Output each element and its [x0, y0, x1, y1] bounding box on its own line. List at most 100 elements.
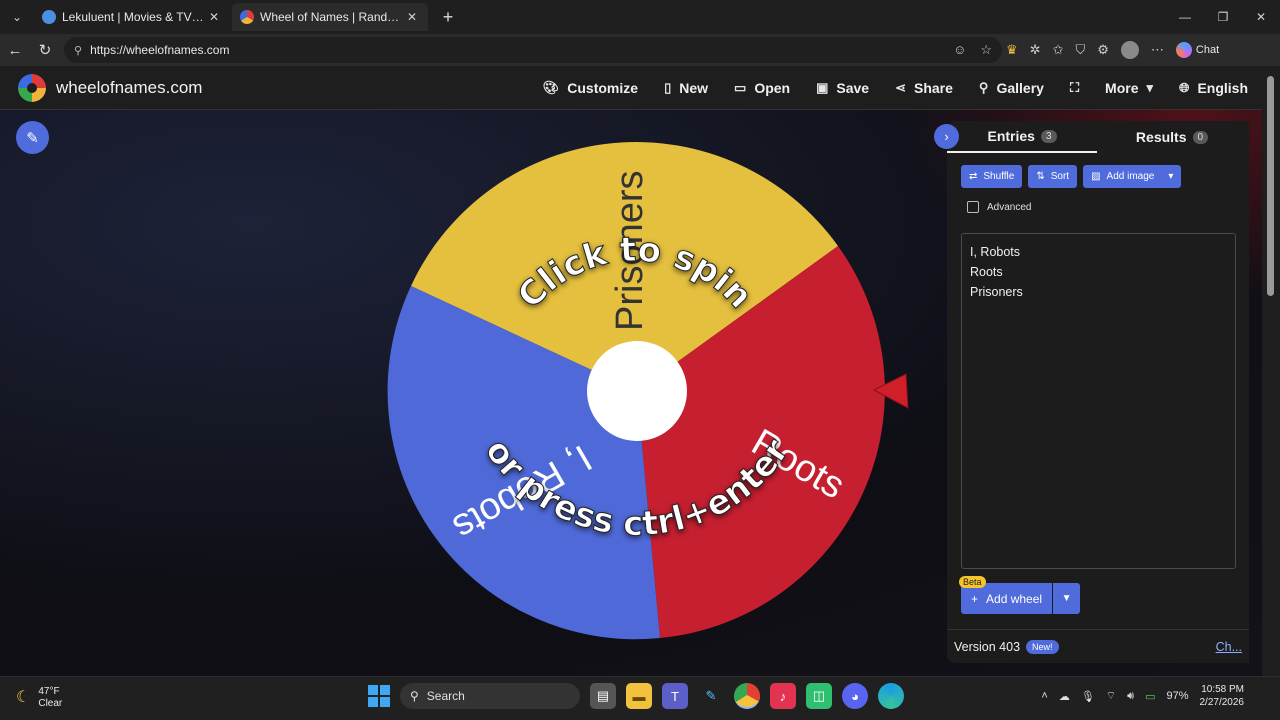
- time-text: 10:58 PM: [1201, 684, 1244, 695]
- language-button[interactable]: 🌐︎ English: [1179, 80, 1248, 96]
- task-view-icon[interactable]: ▤: [590, 683, 616, 709]
- more-menu-icon[interactable]: ⋯: [1151, 42, 1164, 58]
- system-tray: ˄ ☁ 🎙︎ ⌔ 🔊︎ ▭ 97% 10:58 PM 2/27/2026: [1041, 683, 1244, 709]
- tab-entries[interactable]: Entries 3: [947, 121, 1097, 153]
- game-icon[interactable]: ◫: [806, 683, 832, 709]
- sort-button[interactable]: ⇅ Sort: [1028, 165, 1078, 188]
- more-button[interactable]: More ▾: [1105, 80, 1153, 96]
- wheel-center-hub[interactable]: [587, 341, 687, 441]
- copilot-icon: [1175, 42, 1192, 58]
- top-menu: 🎨︎ Customize ▯ New ▭ Open ▣ Save ⋖ Share ⚲ Gal…: [543, 66, 1248, 110]
- microphone-icon[interactable]: 🎙︎: [1081, 690, 1095, 703]
- restore-icon[interactable]: ❐: [1204, 0, 1242, 34]
- taskbar-apps: ⚲ Search ▤ ▬ T ✎ ♪ ◫ ◕: [368, 683, 904, 709]
- open-button[interactable]: ▭ Open: [734, 80, 790, 96]
- rewards-icon[interactable]: ♛: [1006, 42, 1018, 58]
- reader-icon[interactable]: ☺: [953, 42, 966, 58]
- page-scrollbar[interactable]: [1262, 66, 1280, 676]
- favorites-icon[interactable]: ✩: [1053, 42, 1064, 58]
- play-favicon-icon: [42, 10, 56, 24]
- button-label: Add image: [1106, 171, 1155, 182]
- brand-name[interactable]: wheelofnames.com: [56, 78, 202, 98]
- taskbar-search[interactable]: ⚲ Search: [400, 683, 580, 709]
- floppy-icon: ▣: [816, 80, 829, 95]
- wifi-icon[interactable]: ⌔: [1106, 689, 1116, 703]
- sort-icon: ⇅: [1036, 171, 1045, 182]
- weather-widget[interactable]: ☾ 47°F Clear: [16, 686, 62, 710]
- close-window-icon[interactable]: ✕: [1242, 0, 1280, 34]
- entry-actions: ⇄ Shuffle ⇅ Sort ▨ Add image ▾: [961, 165, 1182, 188]
- wheel-favicon-icon: [240, 10, 254, 24]
- close-icon[interactable]: ✕: [206, 10, 222, 24]
- shield-icon[interactable]: ⛉: [1075, 42, 1085, 58]
- performance-icon[interactable]: ⚙: [1097, 42, 1109, 58]
- browser-tab-lekuluent[interactable]: Lekuluent | Movies & TV Shows ✕: [34, 3, 230, 31]
- url-field[interactable]: ⚲ https://wheelofnames.com ☺ ☆: [64, 37, 1002, 63]
- spin-wheel[interactable]: Prisoners Roots I, Robots Click to spin …: [380, 136, 890, 646]
- volume-icon[interactable]: 🔊︎: [1127, 690, 1134, 703]
- windows-taskbar: ☾ 47°F Clear ⚲ Search ▤ ▬ T ✎ ♪ ◫ ◕ ˄ ☁ …: [0, 676, 1280, 720]
- profile-avatar-icon[interactable]: [1120, 41, 1139, 59]
- tab-results[interactable]: Results 0: [1097, 121, 1247, 153]
- back-icon[interactable]: ←: [0, 36, 30, 64]
- add-wheel-dropdown-icon[interactable]: ▼: [1053, 583, 1081, 614]
- browser-tab-wheel-of-names[interactable]: Wheel of Names | Random name picker ✕: [232, 3, 428, 31]
- date-text: 2/27/2026: [1199, 697, 1245, 708]
- reload-icon[interactable]: ↻: [30, 36, 60, 64]
- scrollbar-thumb[interactable]: [1267, 76, 1274, 296]
- entries-count-badge: 3: [1040, 129, 1057, 143]
- entry-line: Prisoners: [970, 285, 1023, 299]
- save-button[interactable]: ▣ Save: [816, 80, 869, 96]
- teams-icon[interactable]: T: [662, 683, 688, 709]
- extensions-icon[interactable]: ✲: [1030, 42, 1041, 58]
- chevron-up-icon[interactable]: ˄: [1041, 690, 1047, 702]
- tab-list-icon[interactable]: ⌄: [2, 3, 32, 31]
- shuffle-icon: ⇄: [969, 171, 978, 182]
- panel-tabs: Entries 3 Results 0: [947, 121, 1249, 153]
- onedrive-icon[interactable]: ☁: [1059, 690, 1070, 703]
- advanced-option[interactable]: Advanced: [967, 201, 1031, 213]
- temperature-text: 47°F: [38, 686, 60, 697]
- changelog-link[interactable]: Ch...: [1216, 640, 1242, 654]
- gallery-button[interactable]: ⚲ Gallery: [979, 80, 1044, 96]
- file-explorer-icon[interactable]: ▬: [626, 683, 652, 709]
- entry-line: Roots: [970, 265, 1003, 279]
- edit-pencil-icon[interactable]: ✎: [16, 121, 49, 154]
- file-icon: ▯: [664, 80, 672, 95]
- copilot-chat-button[interactable]: Chat: [1175, 42, 1220, 58]
- menu-label: Customize: [567, 80, 639, 96]
- search-icon: ⚲: [410, 689, 419, 703]
- new-badge: New!: [1026, 639, 1059, 654]
- menu-label: Gallery: [996, 80, 1044, 96]
- site-info-icon[interactable]: ⚲: [74, 44, 82, 57]
- advanced-checkbox[interactable]: [967, 201, 979, 213]
- chrome-icon[interactable]: [734, 683, 760, 709]
- share-button[interactable]: ⋖ Share: [895, 80, 953, 96]
- new-tab-icon[interactable]: +: [434, 3, 462, 31]
- entries-textarea[interactable]: I, Robots Roots Prisoners: [961, 233, 1236, 569]
- wheel-logo-icon[interactable]: [18, 73, 46, 102]
- chat-label: Chat: [1195, 44, 1220, 56]
- discord-icon[interactable]: ◕: [842, 683, 868, 709]
- new-button[interactable]: ▯ New: [664, 80, 708, 96]
- minimize-icon[interactable]: —: [1166, 0, 1204, 34]
- windows-start-icon[interactable]: [368, 685, 390, 707]
- battery-icon[interactable]: ▭: [1145, 690, 1155, 703]
- paint-icon[interactable]: ✎: [698, 683, 724, 709]
- search-icon: ⚲: [978, 80, 989, 95]
- add-image-button[interactable]: ▨ Add image ▾: [1083, 165, 1182, 188]
- clock[interactable]: 10:58 PM 2/27/2026: [1200, 683, 1245, 709]
- address-toolbar: ← ↻ ⚲ https://wheelofnames.com ☺ ☆ ♛ ✲ ✩…: [0, 34, 1280, 66]
- fullscreen-button[interactable]: ⛶: [1070, 80, 1079, 96]
- plus-icon: +: [971, 591, 979, 606]
- shuffle-button[interactable]: ⇄ Shuffle: [961, 165, 1023, 188]
- menu-label: Share: [914, 80, 953, 96]
- close-icon[interactable]: ✕: [404, 10, 420, 24]
- favorite-star-icon[interactable]: ☆: [980, 42, 992, 58]
- edge-icon[interactable]: [878, 683, 904, 709]
- menu-label: More: [1105, 80, 1139, 96]
- tab-title: Lekuluent | Movies & TV Shows: [62, 10, 206, 24]
- customize-button[interactable]: 🎨︎ Customize: [543, 80, 638, 96]
- music-icon[interactable]: ♪: [770, 683, 796, 709]
- chevron-right-icon[interactable]: ›: [934, 124, 959, 149]
